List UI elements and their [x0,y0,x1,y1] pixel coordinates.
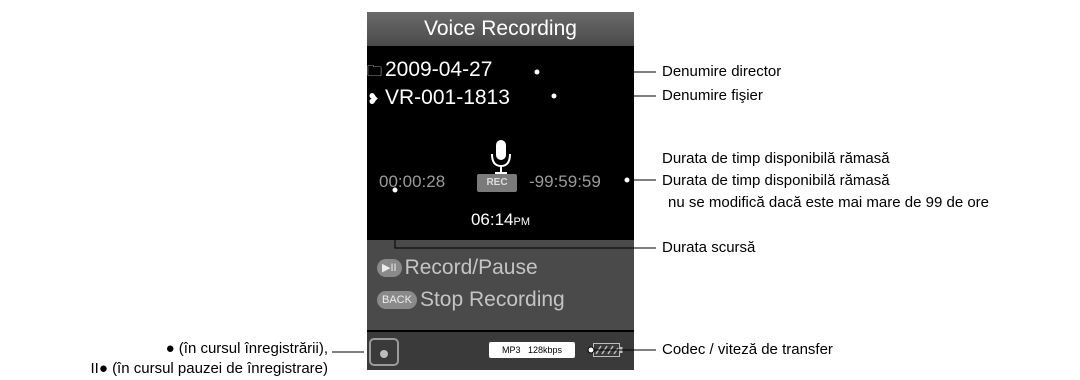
annotation-remaining-2: Durata de timp disponibilă rămasă [662,172,890,189]
annotation-codec: Codec / viteză de transfer [662,341,833,358]
annotation-elapsed: Durata scursă [662,239,756,256]
annotation-file-name: Denumire fişier [662,87,763,104]
annotation-remaining-1: Durata de timp disponibilă rămasă [662,150,890,167]
annotation-remaining-3: nu se modifică dacă este mai mare de 99 … [668,194,990,211]
annotation-folder-name: Denumire director [662,63,782,80]
annotation-status-paused: II● (în cursul pauzei de înregistrare) [90,360,329,377]
annotation-status-recording: ● (în cursul înregistrării), [165,340,328,357]
callout-lines [332,68,656,354]
